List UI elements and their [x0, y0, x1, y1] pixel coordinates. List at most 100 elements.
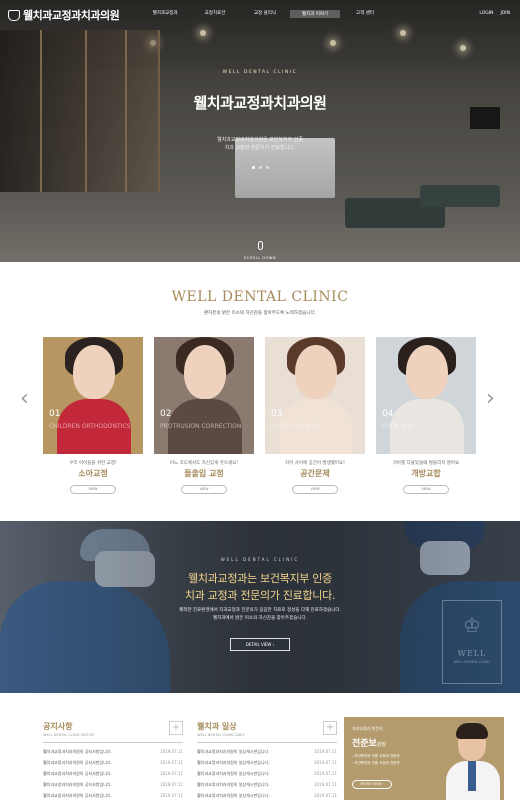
nav-item-orthodontic-clinic[interactable]: 교정 클리닉	[240, 10, 290, 18]
more-view-button[interactable]: MORE VIEW ›	[352, 780, 392, 789]
post-date: 2019.07.11	[314, 749, 337, 754]
post-title: 웰치과교정과치과의원의 일상게시판입니다.	[197, 771, 270, 776]
list-item[interactable]: 웰치과교정과치과의원의 일상게시판입니다. 2019.07.11	[197, 779, 337, 790]
logo-text: 웰치과교정과치과의원	[23, 9, 120, 22]
list-item[interactable]: 웰치과교정과치과의원의 일상게시판입니다. 2019.07.11	[197, 768, 337, 779]
hero-desc-line: 치과 교정과 전문의가 진료합니다.	[224, 145, 296, 151]
board-title: 웰치과 일상	[197, 722, 237, 731]
post-title: 웰치과교정과치과의원의 일상게시판입니다.	[197, 760, 270, 765]
card-eng-label: PROTRUSION CORRECTION	[160, 423, 242, 430]
treatment-card[interactable]: 04 OPEN BITE 치아를 다물었을때 벌물리지 않아요 개방교합 VIE…	[376, 337, 476, 494]
detail-view-button[interactable]: DETAIL VIEW ›	[230, 638, 290, 651]
mouse-icon	[257, 241, 263, 250]
main-nav: 웰치과교정과 교정치료안 교정 클리닉 웰치과 이야기 고객 센터	[140, 10, 390, 18]
list-item[interactable]: 웰치과교정과치과의원의 공지사항입니다. 2019.07.11	[43, 757, 183, 768]
doctor-subtitle: 치과교정과 전문의	[352, 726, 383, 731]
portrait-face	[295, 345, 337, 399]
card-view-button[interactable]: VIEW	[403, 485, 449, 494]
banner-desc-line: 쾌적한 진료환경에서 치과교정과 전문의가 꼼꼼한 치료로 정성을 다해 진료하…	[179, 608, 341, 613]
post-title: 웰치과교정과치과의원의 공지사항입니다.	[43, 771, 112, 776]
post-date: 2019.07.11	[160, 793, 183, 798]
post-date: 2019.07.11	[160, 749, 183, 754]
card-caption: 우리 아이들을 위한 교정!	[69, 461, 117, 466]
pagination-dot[interactable]	[258, 166, 262, 169]
card-caption: 치아 사이에 공간이 발생했어요!	[285, 461, 345, 466]
post-date: 2019.07.11	[314, 760, 337, 765]
board-eng-title: WELL DENTAL CLINIC DAILY	[197, 733, 245, 737]
nav-item-treatment[interactable]: 교정치료안	[190, 10, 240, 18]
list-item[interactable]: 웰치과교정과치과의원의 공지사항입니다. 2019.07.11	[43, 768, 183, 779]
nav-item-story[interactable]: 웰치과 이야기	[290, 10, 340, 18]
banner-description: 쾌적한 진료환경에서 치과교정과 전문의가 꼼꼼한 치료로 정성을 다해 진료하…	[0, 607, 520, 623]
post-title: 웰치과교정과치과의원의 일상게시판입니다.	[197, 782, 270, 787]
board-title: 공지사항	[43, 722, 73, 731]
credential-item: - 보건복지부 인증 교정과 전문의	[352, 754, 400, 758]
post-date: 2019.07.11	[160, 771, 183, 776]
card-view-button[interactable]: VIEW	[181, 485, 227, 494]
card-number: 01	[49, 409, 61, 419]
post-title: 웰치과교정과치과의원의 일상게시판입니다.	[197, 749, 270, 754]
doctor-tie	[468, 761, 476, 791]
nav-item-customer-center[interactable]: 고객 센터	[340, 10, 390, 18]
treatment-card[interactable]: 03 SPACE PROBLEM 치아 사이에 공간이 발생했어요! 공간문제 …	[265, 337, 365, 494]
notice-board: 공지사항 WELL DENTAL CLINIC NOTICE + 웰치과교정과치…	[43, 721, 183, 800]
banner-desc-line: 웰치과에서 밝은 미소와 자신감을 찾아주겠습니다.	[212, 616, 308, 621]
board-list: 웰치과교정과치과의원의 일상게시판입니다. 2019.07.11 웰치과교정과치과…	[197, 746, 337, 800]
hero-section	[0, 0, 520, 262]
post-date: 2019.07.11	[314, 782, 337, 787]
card-eng-label: OPEN BITE	[382, 423, 414, 430]
doctor-hair	[456, 723, 488, 739]
list-item[interactable]: 웰치과교정과치과의원의 공지사항입니다. 2019.07.11	[43, 790, 183, 800]
doctor-photo	[444, 723, 502, 800]
list-item[interactable]: 웰치과교정과치과의원의 일상게시판입니다. 2019.07.11	[197, 790, 337, 800]
board-header: 공지사항 WELL DENTAL CLINIC NOTICE +	[43, 721, 183, 743]
hero-description: 웰치과교정과치과의원은 보건복지부 인증 치과 교정과 전문의가 진료합니다.	[0, 136, 520, 152]
credential-item: - 보건복지부 인증 교정과 전문의	[352, 761, 400, 765]
treatment-card[interactable]: 01 CHILDREN ORTHODONTICS 우리 아이들을 위한 교정! …	[43, 337, 143, 494]
nav-item-clinic[interactable]: 웰치과교정과	[140, 10, 190, 18]
carousel-prev-arrow-icon[interactable]: ‹	[20, 388, 29, 410]
card-name: 돌출입 교정	[184, 469, 224, 478]
card-name: 공간문제	[300, 469, 330, 478]
card-caption: 어느 각도에서도 자신있게 웃으세요!	[169, 461, 239, 466]
doctor-name: 전준보원장	[352, 736, 386, 749]
scroll-indicator[interactable]: SCROLL DOWN	[0, 235, 520, 260]
card-name: 소아교정	[78, 469, 108, 478]
list-item[interactable]: 웰치과교정과치과의원의 공지사항입니다. 2019.07.11	[43, 779, 183, 790]
emblem-text: WELL	[457, 649, 487, 658]
hero-title: 웰치과교정과치과의원	[193, 94, 327, 112]
card-image: 04 OPEN BITE	[376, 337, 476, 454]
pagination-dot[interactable]	[265, 166, 269, 169]
card-number: 02	[160, 409, 172, 419]
card-image: 03 SPACE PROBLEM	[265, 337, 365, 454]
post-title: 웰치과교정과치과의원의 공지사항입니다.	[43, 749, 112, 754]
list-item[interactable]: 웰치과교정과치과의원의 일상게시판입니다. 2019.07.11	[197, 746, 337, 757]
doctor-role: 원장	[376, 742, 387, 748]
tooth-icon	[8, 9, 20, 21]
post-date: 2019.07.11	[160, 782, 183, 787]
list-item[interactable]: 웰치과교정과치과의원의 일상게시판입니다. 2019.07.11	[197, 757, 337, 768]
card-view-button[interactable]: VIEW	[292, 485, 338, 494]
hero-subtitle: WELL DENTAL CLINIC	[222, 70, 298, 75]
hero-desc-line: 웰치과교정과치과의원은 보건복지부 인증	[217, 137, 303, 143]
daily-board: 웰치과 일상 WELL DENTAL CLINIC DAILY + 웰치과교정과…	[197, 721, 337, 800]
util-links: LOGIN JOIN	[479, 11, 510, 16]
banner-title: 치과 교정과 전문의가 진료합니다.	[184, 589, 336, 602]
more-plus-icon[interactable]: +	[323, 721, 337, 735]
join-link[interactable]: JOIN	[500, 11, 510, 16]
post-title: 웰치과교정과치과의원의 일상게시판입니다.	[197, 793, 270, 798]
carousel-next-arrow-icon[interactable]: ›	[486, 388, 495, 410]
card-name: 개방교합	[411, 469, 441, 478]
pagination-dot[interactable]	[251, 166, 255, 169]
more-plus-icon[interactable]: +	[169, 721, 183, 735]
post-date: 2019.07.11	[314, 771, 337, 776]
site-logo[interactable]: 웰치과교정과치과의원	[8, 7, 120, 23]
card-view-button[interactable]: VIEW	[70, 485, 116, 494]
portrait-face	[406, 345, 448, 399]
card-caption: 치아를 다물었을때 벌물리지 않아요	[392, 461, 460, 466]
treatment-card[interactable]: 02 PROTRUSION CORRECTION 어느 각도에서도 자신있게 웃…	[154, 337, 254, 494]
login-link[interactable]: LOGIN	[479, 11, 493, 16]
card-number: 04	[382, 409, 394, 419]
doctor-name-text: 전준보	[352, 739, 377, 749]
list-item[interactable]: 웰치과교정과치과의원의 공지사항입니다. 2019.07.11	[43, 746, 183, 757]
